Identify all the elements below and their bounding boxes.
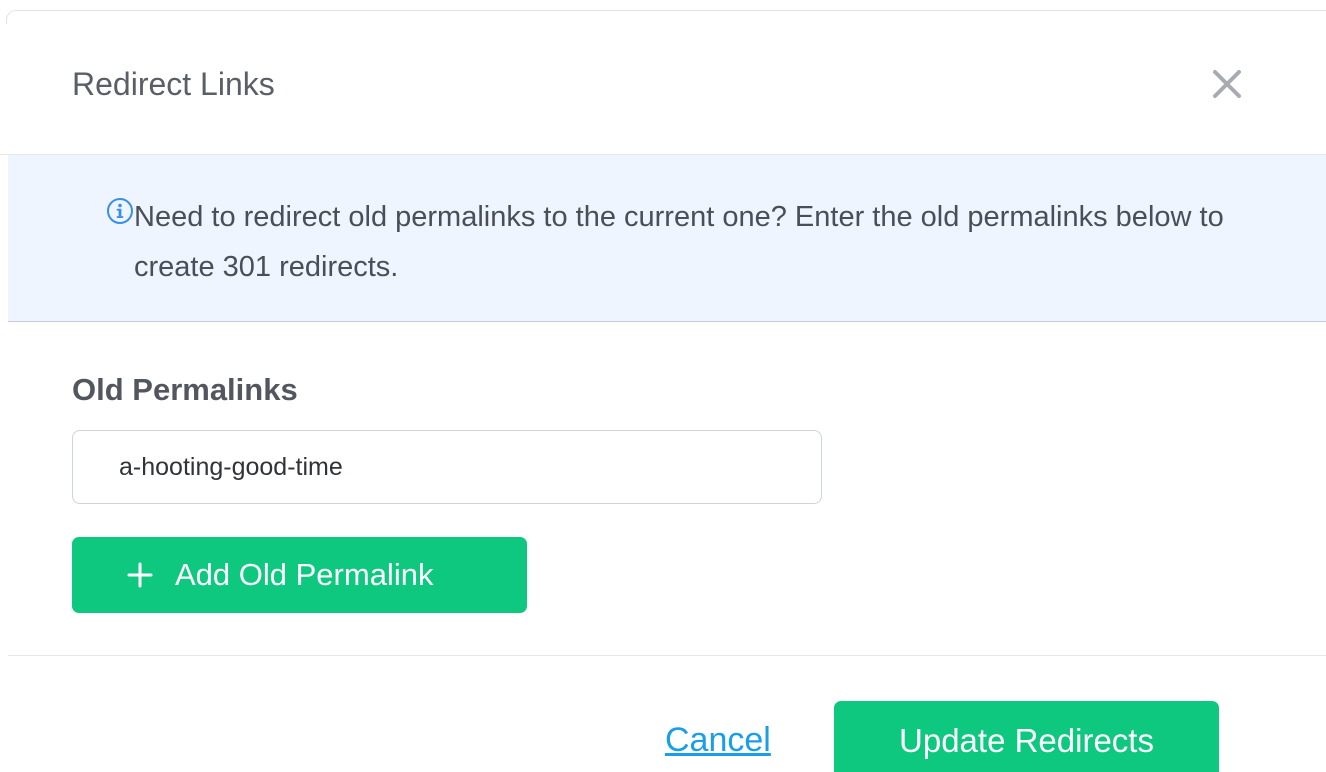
- old-permalink-input[interactable]: [72, 430, 822, 504]
- close-icon[interactable]: [1207, 64, 1247, 104]
- cancel-link[interactable]: Cancel: [665, 719, 771, 761]
- modal-header: Redirect Links: [0, 0, 1326, 155]
- info-notice: Need to redirect old permalinks to the c…: [8, 155, 1326, 322]
- footer-divider: [8, 655, 1326, 656]
- add-old-permalink-button[interactable]: Add Old Permalink: [72, 537, 527, 613]
- update-redirects-button[interactable]: Update Redirects: [834, 701, 1219, 772]
- notice-text: Need to redirect old permalinks to the c…: [134, 201, 1224, 283]
- plus-icon: [127, 562, 153, 588]
- old-permalinks-label: Old Permalinks: [72, 372, 298, 407]
- info-icon: [106, 197, 134, 225]
- modal-title: Redirect Links: [72, 66, 275, 102]
- redirect-links-modal: Redirect Links Need to redirect old perm…: [0, 0, 1326, 772]
- add-old-permalink-label: Add Old Permalink: [175, 557, 434, 592]
